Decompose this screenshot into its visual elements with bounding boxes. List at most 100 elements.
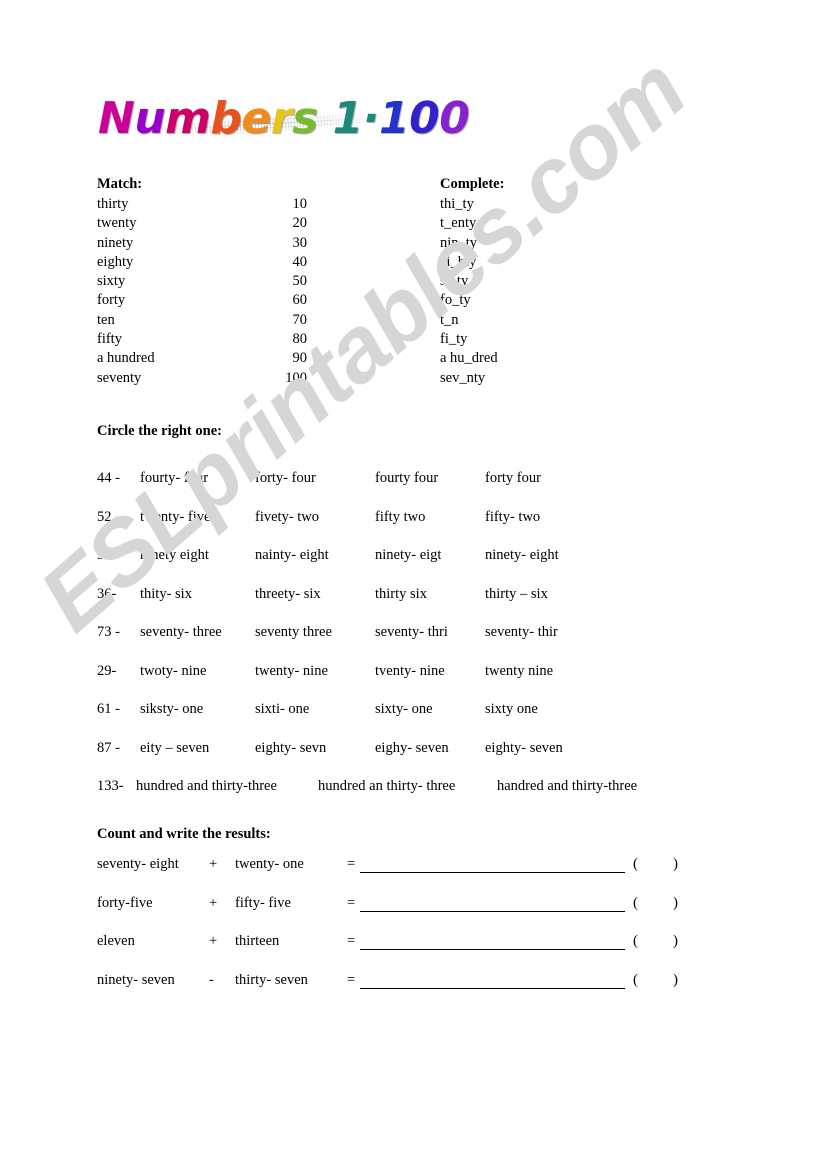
complete-item[interactable]: ei_hty — [440, 253, 498, 272]
match-word[interactable]: forty — [97, 291, 155, 310]
circle-row: 61 - siksty- one sixti- one sixty- one sixty… — [0, 690, 821, 729]
count-paren-left: ( — [633, 856, 638, 872]
match-number[interactable]: 30 — [247, 234, 308, 253]
count-heading: Count and write the results: — [97, 826, 271, 842]
match-word[interactable]: a hundred — [97, 349, 155, 368]
circle-option[interactable]: ninety- eigt — [375, 536, 441, 575]
circle-option[interactable]: nainty- eight — [255, 536, 329, 575]
complete-item[interactable]: sev_nty — [440, 369, 498, 388]
match-word[interactable]: ten — [97, 311, 155, 330]
circle-option[interactable]: forty- four — [255, 459, 316, 498]
complete-item[interactable]: fi_ty — [440, 330, 498, 349]
complete-item[interactable]: a hu_dred — [440, 349, 498, 368]
count-row: forty-five + fifty- five = () — [0, 884, 821, 923]
count-answer-blank[interactable] — [360, 987, 625, 989]
count-paren-right: ) — [673, 856, 678, 872]
circle-option[interactable]: tventy- nine — [375, 652, 445, 691]
circle-option[interactable]: fourty- four — [140, 459, 208, 498]
match-number[interactable]: 90 — [247, 349, 308, 368]
match-word[interactable]: ninety — [97, 234, 155, 253]
match-number[interactable]: 10 — [247, 195, 308, 214]
circle-option[interactable]: fourty four — [375, 459, 438, 498]
count-equals-sign: = — [347, 894, 356, 911]
count-equals-sign: = — [347, 856, 356, 872]
count-operand-first: ninety- seven — [97, 971, 175, 988]
circle-row-number: 133- — [97, 778, 124, 794]
worksheet-page: ESLprintables.com Numbers 1·100 Match: t… — [0, 0, 821, 1169]
count-paren-right: ) — [673, 894, 678, 911]
complete-item[interactable]: si_ty — [440, 272, 498, 291]
circle-option[interactable]: sixty one — [485, 690, 538, 729]
title-letter: r — [270, 93, 293, 144]
count-operator: - — [209, 971, 214, 988]
complete-item[interactable]: nin_ty — [440, 234, 498, 253]
circle-option[interactable]: seventy three — [255, 613, 332, 652]
title-letter: e — [241, 93, 272, 144]
count-operator: + — [209, 894, 218, 911]
match-number[interactable]: 100 — [247, 369, 307, 388]
circle-rows: 44 - fourty- four forty- four fourty four fo… — [0, 459, 821, 806]
circle-option[interactable]: threety- six — [255, 575, 321, 614]
circle-option[interactable]: siksty- one — [140, 690, 203, 729]
match-word[interactable]: seventy — [97, 369, 155, 388]
circle-row-number: 87 - — [97, 739, 120, 756]
match-number[interactable]: 20 — [247, 214, 308, 233]
circle-option[interactable]: twenty- five — [140, 498, 210, 537]
circle-option[interactable]: thirty six — [375, 575, 427, 614]
circle-option[interactable]: twenty nine — [485, 652, 553, 691]
circle-row-number: 98- — [97, 547, 117, 563]
title-letter: m — [165, 93, 211, 144]
title-letter: 1 — [332, 93, 364, 144]
circle-row-number: 36- — [97, 585, 117, 602]
count-row: ninety- seven - thirty- seven = () — [0, 961, 821, 1000]
circle-option[interactable]: eighy- seven — [375, 729, 449, 768]
match-word[interactable]: eighty — [97, 253, 155, 272]
circle-option[interactable]: twoty- nine — [140, 652, 206, 691]
match-number[interactable]: 60 — [247, 291, 308, 310]
match-number[interactable]: 80 — [247, 330, 308, 349]
circle-option[interactable]: thirty – six — [485, 575, 548, 614]
circle-option[interactable]: hundred and thirty-three — [136, 767, 277, 806]
match-number[interactable]: 70 — [247, 311, 308, 330]
complete-item[interactable]: fo_ty — [440, 291, 498, 310]
count-operand-second: thirty- seven — [235, 971, 308, 988]
circle-option[interactable]: seventy- thri — [375, 613, 448, 652]
circle-option[interactable]: thity- six — [140, 575, 192, 614]
circle-option[interactable]: seventy- thir — [485, 613, 558, 652]
match-word-list: thirty twenty ninety eighty sixty forty ten fif… — [97, 195, 155, 388]
count-answer-blank[interactable] — [360, 872, 625, 873]
circle-option[interactable]: eity – seven — [140, 729, 209, 768]
circle-option[interactable]: fivety- two — [255, 498, 319, 537]
complete-word-list: thi_ty t_enty nin_ty ei_hty si_ty fo_ty t_n fi_… — [440, 195, 498, 388]
match-word[interactable]: fifty — [97, 330, 155, 349]
circle-option[interactable]: twenty- nine — [255, 652, 328, 691]
circle-row: 133- hundred and thirty-three hundred an t… — [0, 767, 821, 806]
complete-item[interactable]: t_enty — [440, 214, 498, 233]
count-answer-blank[interactable] — [360, 910, 625, 912]
circle-row-number: 29- — [97, 662, 117, 679]
complete-item[interactable]: t_n — [440, 311, 498, 330]
match-number[interactable]: 50 — [247, 272, 308, 291]
circle-option[interactable]: sixty- one — [375, 690, 433, 729]
complete-item[interactable]: thi_ty — [440, 195, 498, 214]
circle-option[interactable]: hundred an thirty- three — [318, 767, 455, 806]
count-answer-blank[interactable] — [360, 949, 625, 950]
circle-option[interactable]: ninety- eight — [485, 536, 559, 575]
circle-row-number: 73 - — [97, 624, 120, 640]
match-word[interactable]: sixty — [97, 272, 155, 291]
circle-option[interactable]: handred and thirty-three — [497, 767, 637, 806]
circle-option[interactable]: forty four — [485, 459, 541, 498]
circle-option[interactable]: fifty- two — [485, 498, 540, 537]
circle-option[interactable]: ninety eight — [140, 536, 209, 575]
circle-option[interactable]: sixti- one — [255, 690, 309, 729]
match-number[interactable]: 40 — [247, 253, 308, 272]
match-word[interactable]: twenty — [97, 214, 155, 233]
circle-row: 44 - fourty- four forty- four fourty four fo… — [0, 459, 821, 498]
circle-option[interactable]: eighty- seven — [485, 729, 563, 768]
count-equals-sign: = — [347, 933, 356, 949]
match-word[interactable]: thirty — [97, 195, 155, 214]
circle-option[interactable]: seventy- three — [140, 613, 222, 652]
count-row: eleven + thirteen = () — [0, 922, 821, 961]
circle-option[interactable]: fifty two — [375, 498, 425, 537]
circle-option[interactable]: eighty- sevn — [255, 729, 326, 768]
